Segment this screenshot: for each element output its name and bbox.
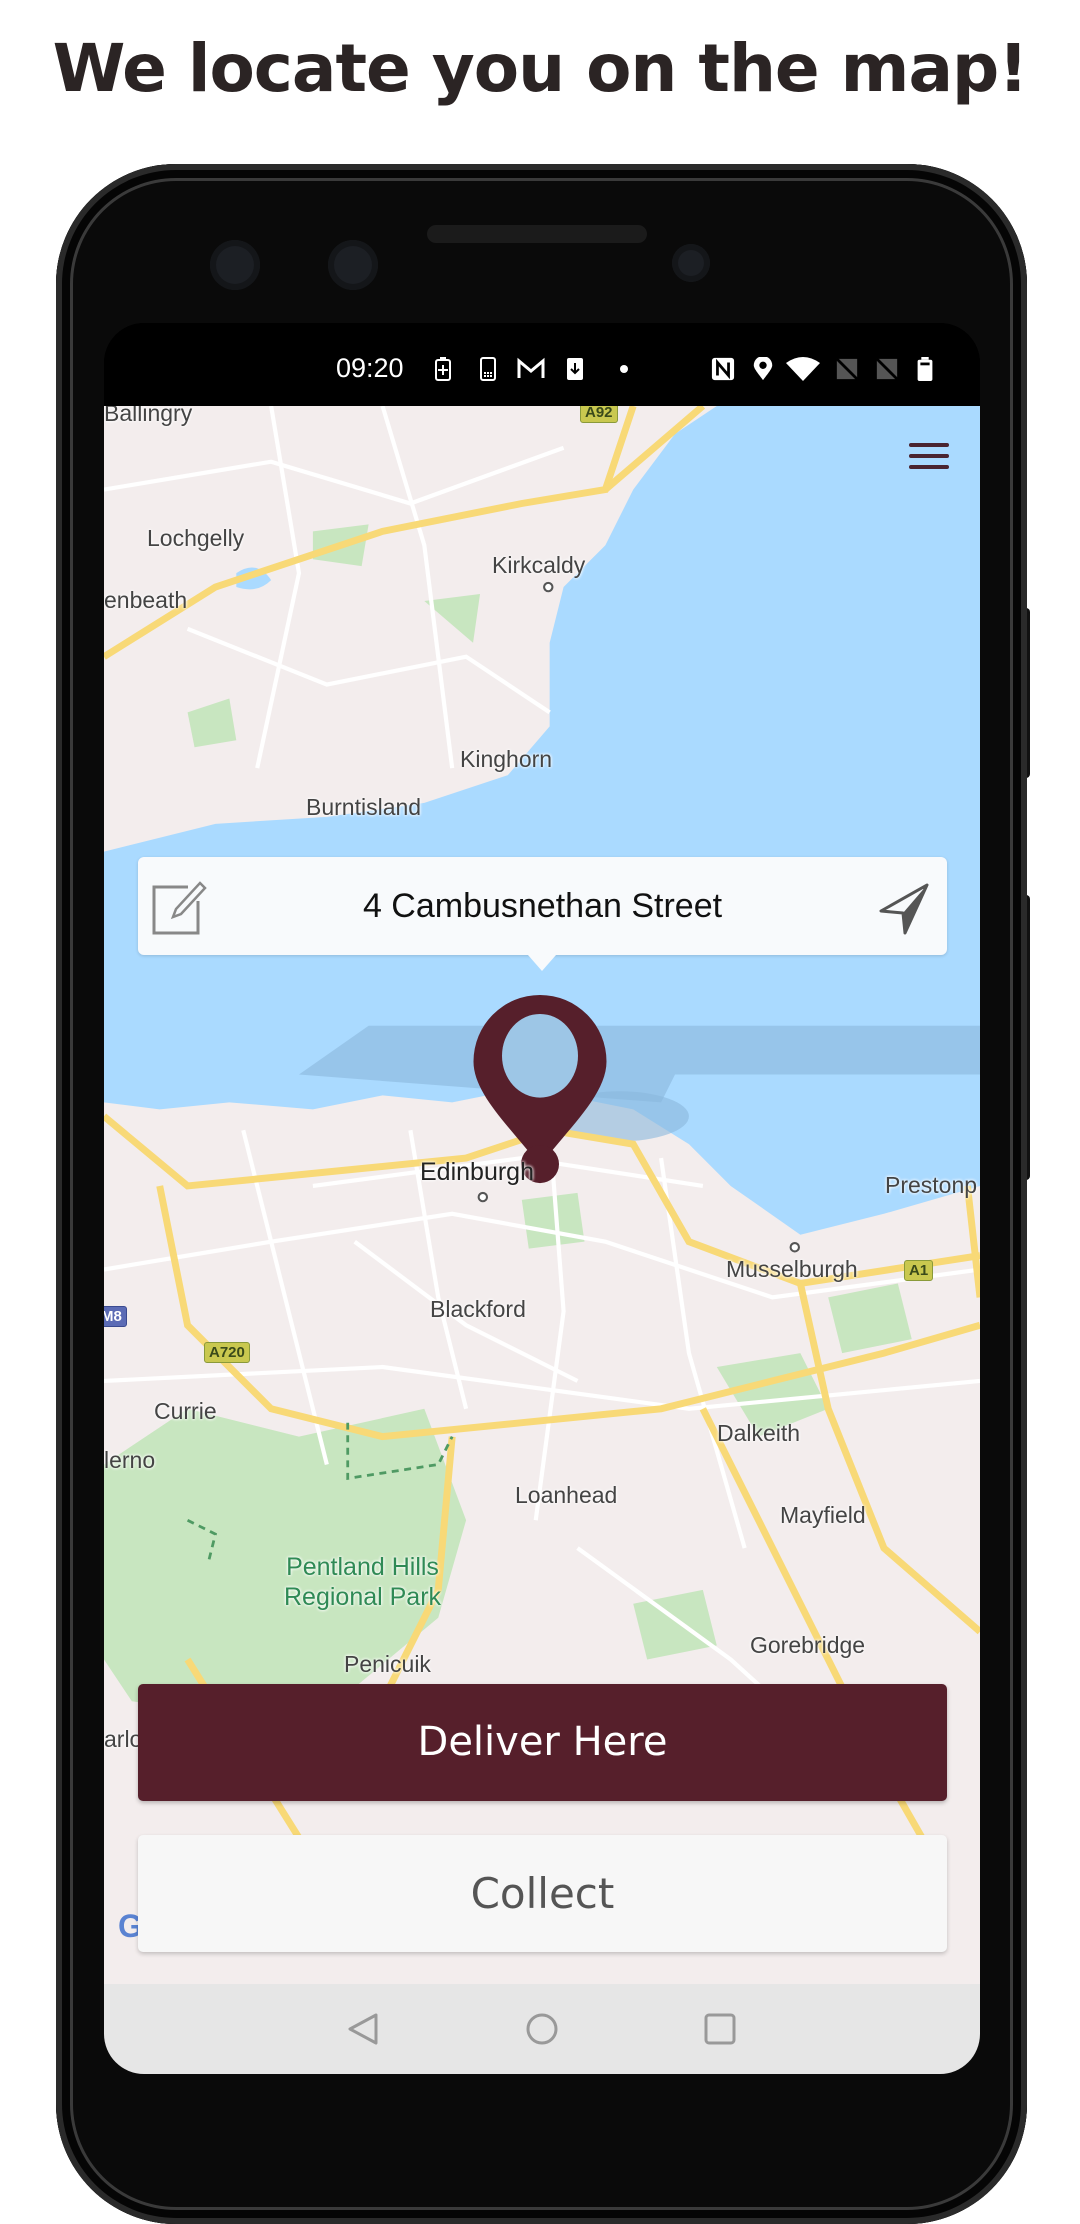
no-signal-icon: [835, 357, 859, 381]
address-card[interactable]: 4 Cambusnethan Street: [138, 857, 947, 971]
park-label-line1: Pentland Hills: [286, 1553, 439, 1581]
map-label: Lochgelly: [147, 525, 245, 551]
nfc-icon: [711, 357, 735, 381]
status-bar: 09:20: [104, 323, 980, 406]
edit-icon[interactable]: [150, 881, 208, 935]
battery-saver-icon: [435, 357, 451, 381]
map-pin-icon: [473, 995, 607, 1184]
sensor-icon: [672, 244, 710, 282]
map-label: Currie: [154, 1398, 217, 1424]
deliver-here-button[interactable]: Deliver Here: [138, 1684, 947, 1801]
road-shield: M8: [104, 1306, 127, 1327]
map-label: Prestonp: [885, 1172, 978, 1198]
front-camera-icon: [328, 240, 378, 290]
map-label: Kirkcaldy: [492, 552, 586, 578]
navigation-arrow-icon[interactable]: [877, 881, 931, 935]
collect-button[interactable]: Collect: [138, 1835, 947, 1952]
phone-screen: 09:20 Ballingry Lochgelly enbeath Kirkca…: [104, 323, 980, 2074]
status-time: 09:20: [336, 353, 404, 383]
map-label: Loanhead: [515, 1482, 618, 1508]
town-marker: [789, 1242, 800, 1253]
park-area: [828, 1283, 912, 1354]
dot-icon: [620, 365, 628, 373]
park-area: [187, 698, 237, 748]
battery-icon: [917, 357, 933, 381]
road-shield: A92: [580, 406, 618, 423]
no-signal-icon: [875, 357, 899, 381]
map-label: Dalkeith: [717, 1420, 801, 1446]
road-shield: A720: [204, 1342, 250, 1363]
home-icon[interactable]: [522, 2009, 562, 2049]
android-nav-bar: [104, 1984, 980, 2074]
map-label: Musselburgh: [726, 1256, 858, 1282]
map-view[interactable]: Ballingry Lochgelly enbeath Kirkcaldy Ki…: [104, 406, 980, 1984]
map-label: Mayfield: [780, 1502, 866, 1528]
sim-icon: [480, 357, 496, 381]
recents-icon[interactable]: [700, 2009, 740, 2049]
back-icon[interactable]: [344, 2009, 384, 2049]
town-marker: [477, 1191, 489, 1203]
map-label: Kinghorn: [460, 746, 553, 772]
wifi-icon: [786, 357, 820, 381]
front-camera-icon: [210, 240, 260, 290]
road-shield: A1: [904, 1260, 934, 1281]
map-label: Penicuik: [344, 1651, 431, 1677]
park-label-line2: Regional Park: [284, 1583, 442, 1611]
park-area: [633, 1589, 717, 1660]
download-icon: [567, 358, 583, 380]
map-label: Edinburgh: [420, 1158, 534, 1186]
address-text[interactable]: 4 Cambusnethan Street: [228, 887, 857, 926]
map-label: Blackford: [430, 1296, 526, 1322]
hamburger-menu-icon[interactable]: [909, 443, 949, 471]
map-label: Ballingry: [104, 406, 193, 426]
gmail-icon: [517, 357, 545, 378]
map-label: Burntisland: [306, 794, 422, 820]
location-icon: [753, 357, 773, 381]
earpiece-speaker: [427, 225, 647, 243]
map-label: lerno: [104, 1447, 156, 1473]
map-label: enbeath: [104, 587, 188, 613]
map-label-park: Pentland Hills Regional Park: [284, 1552, 441, 1612]
town-marker: [543, 581, 554, 593]
map-label: Gorebridge: [750, 1632, 866, 1658]
page-headline: We locate you on the map!: [52, 30, 1029, 107]
